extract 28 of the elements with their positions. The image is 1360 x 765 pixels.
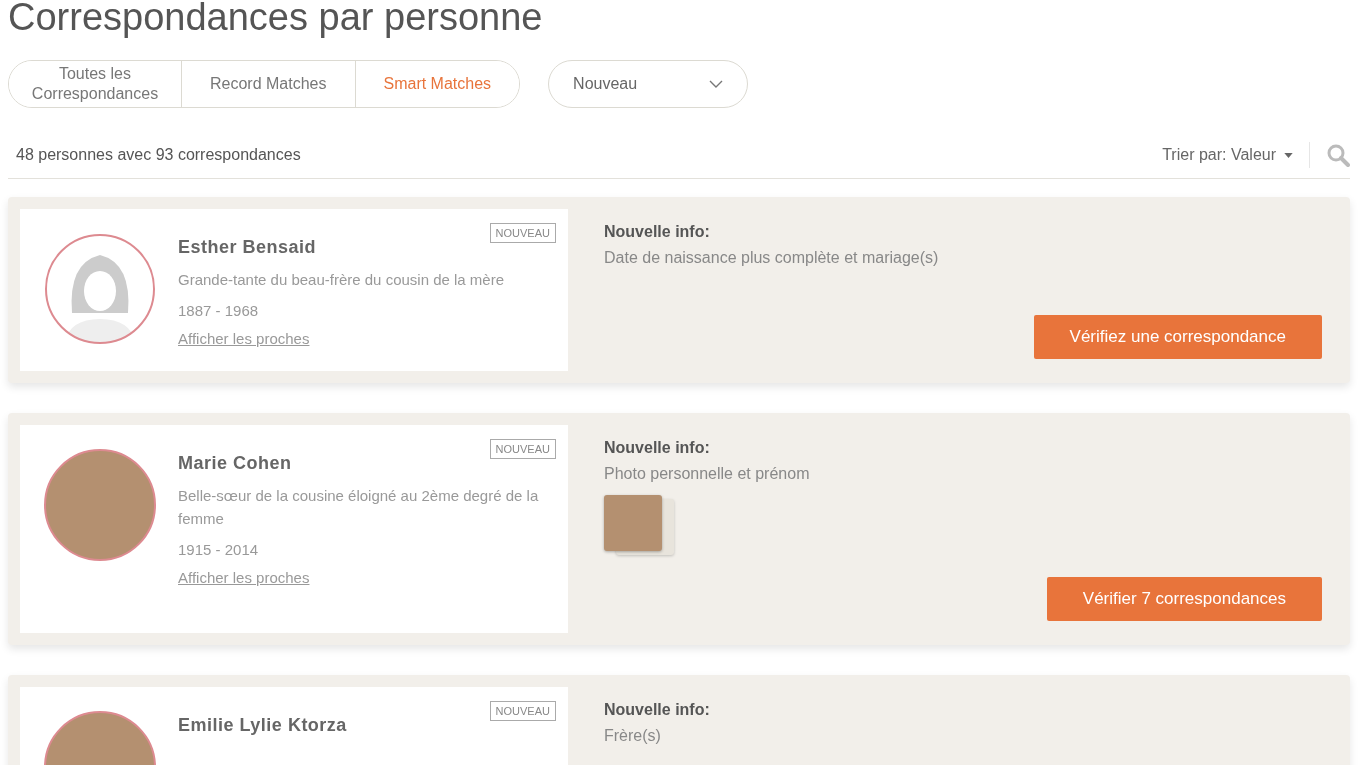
- info-heading: Nouvelle info:: [604, 439, 711, 457]
- review-match-button[interactable]: Vérifier 7 correspondances: [1046, 577, 1322, 621]
- filter-dropdown[interactable]: Nouveau: [548, 60, 749, 108]
- sort-dropdown[interactable]: Trier par: Valeur: [1162, 146, 1293, 164]
- tab[interactable]: Smart Matches: [354, 61, 520, 107]
- info-text: Photo personnelle et prénom: [604, 465, 811, 483]
- relationship-text: Belle-sœur de la cousine éloigné au 2ème degré de la femme: [178, 486, 540, 529]
- info-heading: Nouvelle info:: [604, 223, 711, 241]
- caret-icon: [1284, 152, 1293, 158]
- person-name: Esther Bensaid: [178, 237, 318, 258]
- review-match-button[interactable]: Vérifiez une correspondance: [1033, 315, 1322, 359]
- relationship-text: Grande-tante du beau-frère du cousin de la mère: [178, 270, 506, 290]
- person-name: Marie Cohen: [178, 453, 293, 474]
- show-relatives-link[interactable]: Afficher les proches: [178, 330, 310, 347]
- new-badge: NOUVEAU: [489, 223, 556, 243]
- info-heading: Nouvelle info:: [604, 701, 711, 719]
- search-icon[interactable]: [1326, 143, 1350, 167]
- person-name: Emilie Lylie Ktorza: [178, 715, 348, 736]
- info-text: Frère(s): [604, 727, 662, 745]
- show-relatives-link[interactable]: Afficher les proches: [178, 569, 310, 586]
- new-badge: NOUVEAU: [489, 701, 556, 721]
- info-text: Date de naissance plus complète et mariage(s): [604, 249, 940, 267]
- life-dates: 1915 - 2014: [178, 540, 260, 560]
- photo-thumbnail-stack[interactable]: [604, 495, 676, 557]
- match-count: 48 personnes avec 93 correspondances: [16, 146, 301, 164]
- new-badge: NOUVEAU: [489, 439, 556, 459]
- chevron-down-icon: [709, 80, 724, 88]
- life-dates: 1887 - 1968: [178, 301, 260, 321]
